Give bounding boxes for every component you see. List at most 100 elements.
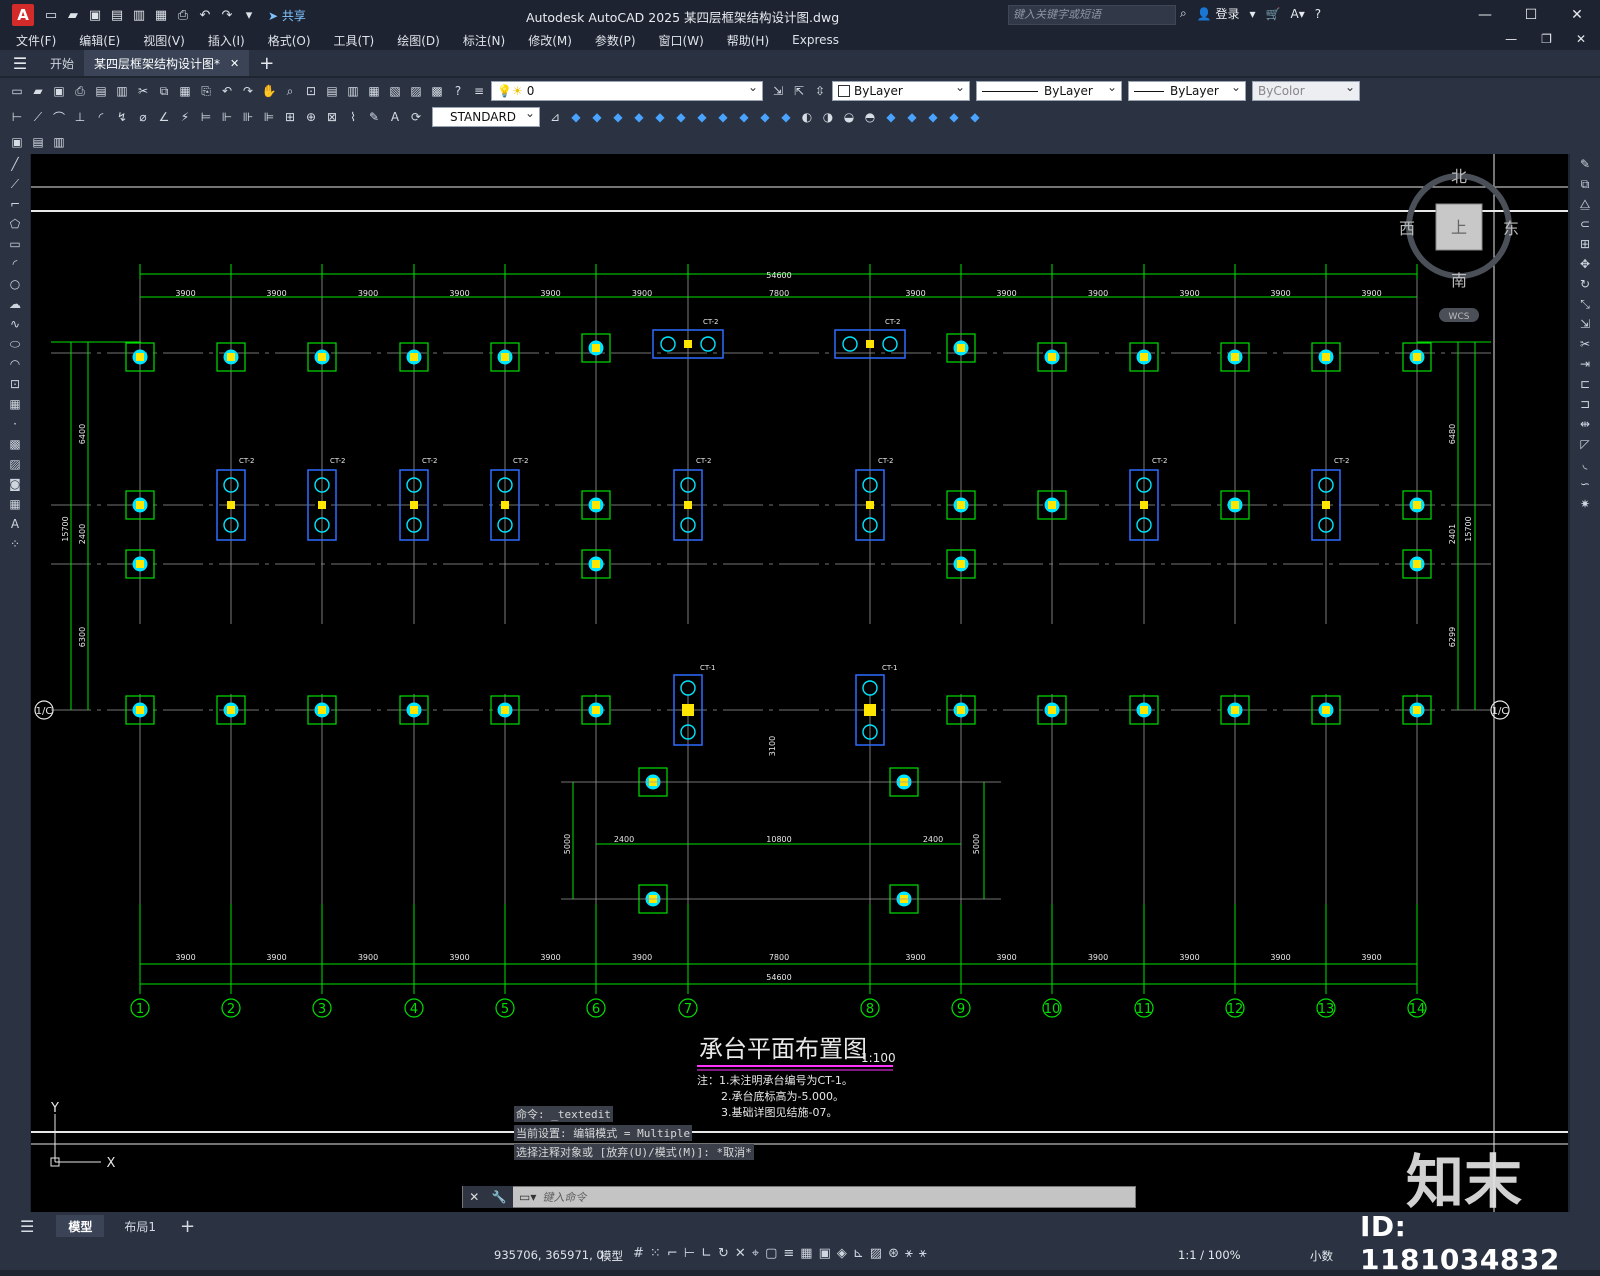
isometric-icon[interactable]: ✕ bbox=[735, 1246, 746, 1261]
command-input[interactable]: ✕ 🔧 ▭▾ 键入命令 bbox=[462, 1186, 1136, 1208]
transparency-icon[interactable]: ▦ bbox=[800, 1246, 812, 1261]
app-menu-button[interactable]: A bbox=[12, 4, 34, 26]
autodesk-icon[interactable]: A▾ bbox=[1291, 7, 1305, 21]
menu-window[interactable]: 窗口(W) bbox=[659, 32, 704, 49]
extrude-face-icon[interactable]: ◆ bbox=[882, 108, 900, 126]
block-insert-icon[interactable]: ▣ bbox=[8, 133, 26, 151]
menu-view[interactable]: 视图(V) bbox=[143, 32, 185, 49]
explode-icon[interactable]: ✷ bbox=[1570, 494, 1600, 514]
revcloud-icon[interactable]: ☁ bbox=[0, 294, 30, 314]
interfere-icon[interactable]: ◆ bbox=[777, 108, 795, 126]
fillet-icon[interactable]: ◟ bbox=[1570, 454, 1600, 474]
publish-icon[interactable]: ▥ bbox=[113, 82, 131, 100]
torus-icon[interactable]: ◆ bbox=[672, 108, 690, 126]
arc-icon[interactable]: ◜ bbox=[0, 254, 30, 274]
design-center-icon[interactable]: ▥ bbox=[344, 82, 362, 100]
stretch-icon[interactable]: ⇲ bbox=[1570, 314, 1600, 334]
blend-icon[interactable]: ∽ bbox=[1570, 474, 1600, 494]
layer-dropdown[interactable]: 💡☀ 0 bbox=[491, 80, 763, 101]
cylinder-icon[interactable]: ◆ bbox=[609, 108, 627, 126]
wedge-icon[interactable]: ◆ bbox=[651, 108, 669, 126]
gradient-icon[interactable]: ▨ bbox=[0, 454, 30, 474]
dropdown-icon[interactable]: ▾ bbox=[240, 6, 258, 24]
close-icon[interactable]: ✕ bbox=[230, 57, 239, 70]
space-icon[interactable]: ⊪ bbox=[239, 108, 257, 126]
color-dropdown[interactable]: ByLayer bbox=[832, 80, 970, 101]
doc-minimize-button[interactable]: — bbox=[1505, 32, 1517, 46]
open-file-icon[interactable]: ▰ bbox=[64, 6, 82, 24]
subtract-icon[interactable]: ◑ bbox=[819, 108, 837, 126]
doc-close-button[interactable]: ✕ bbox=[1576, 32, 1586, 46]
block-create-icon[interactable]: ▥ bbox=[50, 133, 68, 151]
redo-icon[interactable]: ↷ bbox=[218, 6, 236, 24]
break-icon[interactable]: ⊐ bbox=[1570, 394, 1600, 414]
properties-icon[interactable]: ▤ bbox=[323, 82, 341, 100]
annotation-scale[interactable]: 1:1 / 100% bbox=[1178, 1248, 1241, 1262]
undo-icon[interactable]: ↶ bbox=[218, 82, 236, 100]
save-icon[interactable]: ▣ bbox=[50, 82, 68, 100]
new-icon[interactable]: ▭ bbox=[8, 82, 26, 100]
plot-icon[interactable]: ⎙ bbox=[71, 82, 89, 100]
plot-icon[interactable]: ⎙ bbox=[174, 6, 192, 24]
close-icon[interactable]: ✕ bbox=[469, 1190, 479, 1204]
dim-style-icon[interactable]: ⊿ bbox=[546, 108, 564, 126]
sheet-set-icon[interactable]: ▧ bbox=[386, 82, 404, 100]
drawing-canvas[interactable]: 1 2 3 4 5 6 7 8 9 10 11 12 13 14 54600 3900 3900 3900 3900… bbox=[31, 154, 1568, 1212]
mtext-icon[interactable]: A bbox=[0, 514, 30, 534]
auto-scale-icon[interactable]: ⚹ bbox=[919, 1246, 927, 1261]
break-point-icon[interactable]: ⊏ bbox=[1570, 374, 1600, 394]
polygon-icon[interactable]: ⬠ bbox=[0, 214, 30, 234]
new-file-icon[interactable]: ▭ bbox=[42, 6, 60, 24]
annotation-visibility-icon[interactable]: ⚹ bbox=[905, 1246, 913, 1261]
offset-face-icon[interactable]: ◆ bbox=[924, 108, 942, 126]
center-mark-icon[interactable]: ⊕ bbox=[302, 108, 320, 126]
infer-icon[interactable]: ⌐ bbox=[667, 1246, 678, 1261]
new-tab-button[interactable]: + bbox=[259, 53, 274, 74]
union-icon[interactable]: ◐ bbox=[798, 108, 816, 126]
help-icon[interactable]: ? bbox=[449, 82, 467, 100]
menu-express[interactable]: Express bbox=[792, 33, 839, 47]
menu-help[interactable]: 帮助(H) bbox=[727, 32, 769, 49]
close-button[interactable]: ✕ bbox=[1554, 0, 1600, 30]
linear-dim-icon[interactable]: ⊢ bbox=[8, 108, 26, 126]
menu-dimension[interactable]: 标注(N) bbox=[463, 32, 505, 49]
inspect-icon[interactable]: ⊠ bbox=[323, 108, 341, 126]
minimize-button[interactable]: — bbox=[1462, 0, 1508, 30]
copy-object-icon[interactable]: ⧉ bbox=[1570, 174, 1600, 194]
share-button[interactable]: ➤ 共享 bbox=[268, 7, 306, 24]
hatch-icon[interactable]: ▩ bbox=[0, 434, 30, 454]
wrench-icon[interactable]: 🔧 bbox=[492, 1190, 507, 1204]
delete-face-icon[interactable]: ◆ bbox=[945, 108, 963, 126]
open-icon[interactable]: ▰ bbox=[29, 82, 47, 100]
xline-icon[interactable]: ⟋ bbox=[0, 174, 30, 194]
layer-manager-icon[interactable]: ≡ bbox=[470, 82, 488, 100]
extend-icon[interactable]: ⇥ bbox=[1570, 354, 1600, 374]
intersect-icon[interactable]: ◒ bbox=[840, 108, 858, 126]
tab-layout1[interactable]: 布局1 bbox=[112, 1215, 168, 1237]
layout-menu-icon[interactable]: ☰ bbox=[8, 1215, 46, 1237]
tab-document[interactable]: 某四层框架结构设计图* ✕ bbox=[84, 50, 250, 76]
redo-icon[interactable]: ↷ bbox=[239, 82, 257, 100]
layer-state-icon[interactable]: ⇳ bbox=[811, 82, 829, 100]
zoom-window-icon[interactable]: ⊡ bbox=[302, 82, 320, 100]
move-face-icon[interactable]: ◆ bbox=[903, 108, 921, 126]
add-layout-button[interactable]: + bbox=[168, 1215, 207, 1237]
pan-icon[interactable]: ✋ bbox=[260, 82, 278, 100]
box-icon[interactable]: ◆ bbox=[567, 108, 585, 126]
trim-icon[interactable]: ✂ bbox=[1570, 334, 1600, 354]
save-icon[interactable]: ▣ bbox=[86, 6, 104, 24]
save-as-icon[interactable]: ▤ bbox=[108, 6, 126, 24]
linetype-dropdown[interactable]: ByLayer bbox=[976, 80, 1122, 101]
region-icon[interactable]: ◙ bbox=[0, 474, 30, 494]
zoom-icon[interactable]: ⌕ bbox=[281, 82, 299, 100]
match-icon[interactable]: ⎘ bbox=[197, 82, 215, 100]
paste-icon[interactable]: ▦ bbox=[176, 82, 194, 100]
menu-format[interactable]: 格式(O) bbox=[268, 32, 311, 49]
dim-edit-icon[interactable]: ✎ bbox=[365, 108, 383, 126]
solidedit-icon[interactable]: ◓ bbox=[861, 108, 879, 126]
arc-length-icon[interactable]: ⌒ bbox=[50, 108, 68, 126]
table-icon[interactable]: ▦ bbox=[0, 494, 30, 514]
dim-update-icon[interactable]: ⟳ bbox=[407, 108, 425, 126]
jogged-linear-icon[interactable]: ⌇ bbox=[344, 108, 362, 126]
coordinates-readout[interactable]: 935706, 365971, 0 bbox=[494, 1248, 604, 1262]
